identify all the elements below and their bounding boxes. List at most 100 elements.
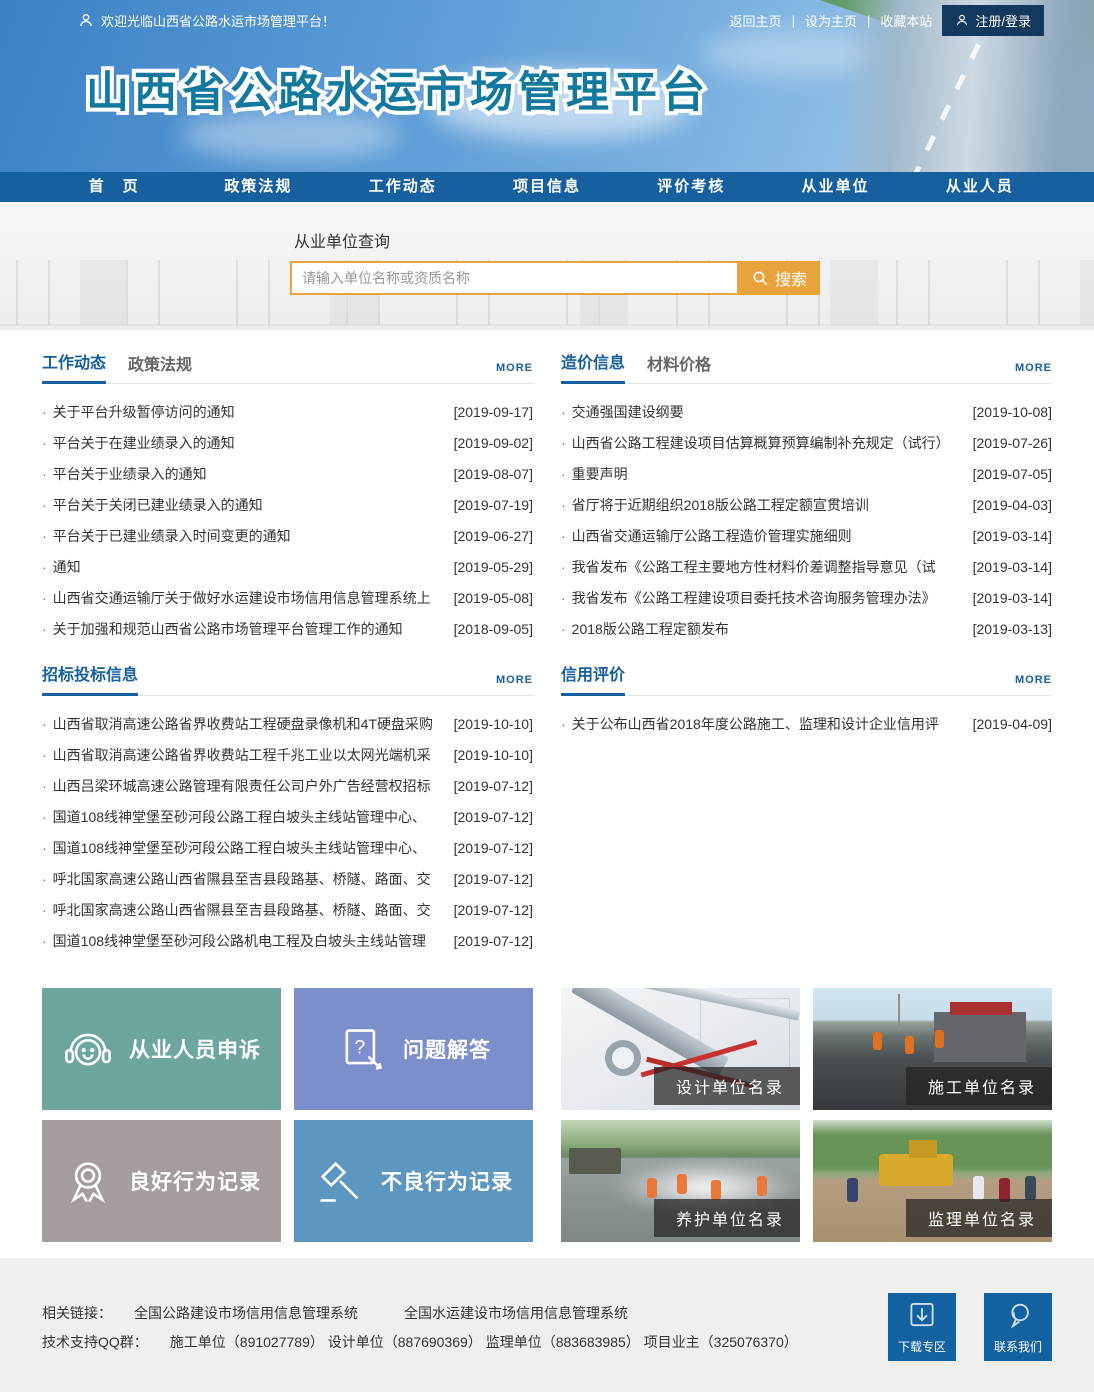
topbar-welcome: 欢迎光临山西省公路水运市场管理平台！ — [78, 11, 335, 30]
more-link-work[interactable]: MORE — [496, 362, 533, 383]
nav-item-evaluation[interactable]: 评价考核 — [619, 172, 763, 202]
tile-bad-behavior-records[interactable]: 不良行为记录 — [294, 1120, 533, 1242]
construction-units-directory[interactable]: 施工单位名录 — [813, 988, 1052, 1110]
search-button-label: 搜索 — [775, 266, 807, 290]
download-icon — [905, 1299, 939, 1333]
welcome-text: 欢迎光临山西省公路水运市场管理平台！ — [101, 11, 335, 30]
news-date: [2019-09-17] — [454, 404, 533, 420]
nav-item-practitioners[interactable]: 从业人员 — [908, 172, 1052, 202]
news-title-link[interactable]: 山西吕梁环城高速公路管理有限责任公司户外广告经营权招标 — [42, 776, 448, 796]
news-title-link[interactable]: 山西省取消高速公路省界收费站工程千兆工业以太网光端机采 — [42, 745, 448, 765]
register-login-button[interactable]: 注册/登录 — [942, 5, 1044, 36]
news-title-link[interactable]: 平台关于关闭已建业绩录入的通知 — [42, 495, 448, 515]
tile-label: 问题解答 — [403, 1034, 491, 1064]
quick-link-tiles: 从业人员申诉 ? 问题解答 良好行为记录 — [42, 988, 533, 1242]
nav-item-policy[interactable]: 政策法规 — [186, 172, 330, 202]
search-band: 从业单位查询 搜索 — [0, 202, 1094, 330]
nav-item-work-news[interactable]: 工作动态 — [331, 172, 475, 202]
news-title-link[interactable]: 省厅将于近期组织2018版公路工程定额宣贯培训 — [561, 495, 967, 515]
directory-photos: 设计单位名录 施工单位名录 养护单位名录 — [561, 988, 1052, 1242]
footer-text-block: 相关链接： 全国公路建设市场信用信息管理系统 全国水运建设市场信用信息管理系统 … — [42, 1294, 798, 1361]
cost-news-list: 交通强国建设纲要 [2019-10-08] 山西省公路工程建设项目估算概算预算编… — [561, 384, 1052, 650]
news-title-link[interactable]: 国道108线神堂堡至砂河段公路工程白坡头主线站管理中心、 — [42, 807, 448, 827]
national-highway-credit-link[interactable]: 全国公路建设市场信用信息管理系统 — [134, 1303, 358, 1323]
news-title-link[interactable]: 我省发布《公路工程建设项目委托技术咨询服务管理办法》 — [561, 588, 967, 608]
worker-graphic — [905, 1036, 914, 1054]
search-input[interactable] — [290, 261, 739, 295]
news-title-link[interactable]: 山西省取消高速公路省界收费站工程硬盘录像机和4T硬盘采购 — [42, 714, 448, 734]
maintenance-units-directory[interactable]: 养护单位名录 — [561, 1120, 800, 1242]
news-title-link[interactable]: 2018版公路工程定额发布 — [561, 619, 967, 639]
more-link-credit[interactable]: MORE — [1015, 674, 1052, 695]
person-graphic — [847, 1178, 858, 1202]
news-item: 山西省公路工程建设项目估算概算预算编制补充规定（试行） [2019-07-26] — [561, 427, 1052, 458]
news-title-link[interactable]: 关于加强和规范山西省公路市场管理平台管理工作的通知 — [42, 619, 448, 639]
tile-label: 良好行为记录 — [129, 1166, 261, 1196]
news-title-link[interactable]: 国道108线神堂堡至砂河段公路工程白坡头主线站管理中心、 — [42, 838, 448, 858]
tab-cost-info[interactable]: 造价信息 — [561, 349, 625, 384]
main-content: 工作动态 政策法规 MORE 关于平台升级暂停访问的通知 [2019-09-17… — [42, 350, 1052, 1242]
credit-news-section: 信用评价 MORE 关于公布山西省2018年度公路施工、监理和设计企业信用评 [… — [561, 662, 1052, 962]
news-item: 国道108线神堂堡至砂河段公路工程白坡头主线站管理中心、 [2019-07-12… — [42, 832, 533, 863]
search-button[interactable]: 搜索 — [739, 261, 820, 295]
favorite-link[interactable]: 收藏本站 — [880, 11, 932, 30]
set-home-link[interactable]: 设为主页 — [805, 11, 857, 30]
nav-item-home[interactable]: 首 页 — [42, 172, 186, 202]
news-title-link[interactable]: 国道108线神堂堡至砂河段公路机电工程及白坡头主线站管理 — [42, 931, 448, 951]
tile-question-answers[interactable]: ? 问题解答 — [294, 988, 533, 1110]
return-home-link[interactable]: 返回主页 — [730, 11, 782, 30]
news-title-link[interactable]: 呼北国家高速公路山西省隰县至吉县段路基、桥隧、路面、交 — [42, 869, 448, 889]
supervision-units-directory[interactable]: 监理单位名录 — [813, 1120, 1052, 1242]
news-item: 平台关于业绩录入的通知 [2019-08-07] — [42, 458, 533, 489]
news-title-link[interactable]: 关于平台升级暂停访问的通知 — [42, 402, 448, 422]
news-title-link[interactable]: 山西省交通运输厅公路工程造价管理实施细则 — [561, 526, 967, 546]
medal-icon — [62, 1155, 114, 1207]
tab-material-price[interactable]: 材料价格 — [647, 351, 711, 383]
news-title-link[interactable]: 平台关于已建业绩录入时间变更的通知 — [42, 526, 448, 546]
tab-work-news[interactable]: 工作动态 — [42, 349, 106, 384]
news-date: [2019-10-08] — [973, 404, 1052, 420]
design-units-directory[interactable]: 设计单位名录 — [561, 988, 800, 1110]
news-title-link[interactable]: 我省发布《公路工程主要地方性材料价差调整指导意见（试 — [561, 557, 967, 577]
news-title-link[interactable]: 关于公布山西省2018年度公路施工、监理和设计企业信用评 — [561, 714, 967, 734]
news-title-link[interactable]: 平台关于在建业绩录入的通知 — [42, 433, 448, 453]
section-title-bid[interactable]: 招标投标信息 — [42, 661, 138, 696]
news-title-link[interactable]: 山西省交通运输厅关于做好水运建设市场信用信息管理系统上 — [42, 588, 448, 608]
news-item: 国道108线神堂堡至砂河段公路工程白坡头主线站管理中心、 [2019-07-12… — [42, 801, 533, 832]
work-news-list: 关于平台升级暂停访问的通知 [2019-09-17] 平台关于在建业绩录入的通知… — [42, 384, 533, 650]
tab-policy[interactable]: 政策法规 — [128, 351, 192, 383]
more-link-cost[interactable]: MORE — [1015, 362, 1052, 383]
news-title-link[interactable]: 平台关于业绩录入的通知 — [42, 464, 448, 484]
site-title: 山西省公路水运市场管理平台 山西省公路水运市场管理平台 — [86, 58, 710, 120]
download-zone-button[interactable]: 下载专区 — [888, 1293, 956, 1361]
tile-practitioner-appeal[interactable]: 从业人员申诉 — [42, 988, 281, 1110]
news-title-link[interactable]: 通知 — [42, 557, 448, 577]
cost-news-section: 造价信息 材料价格 MORE 交通强国建设纲要 [2019-10-08] 山西省… — [561, 350, 1052, 650]
national-waterway-credit-link[interactable]: 全国水运建设市场信用信息管理系统 — [404, 1303, 628, 1323]
news-date: [2019-03-14] — [973, 559, 1052, 575]
news-date: [2019-10-10] — [454, 716, 533, 732]
news-title-link[interactable]: 山西省公路工程建设项目估算概算预算编制补充规定（试行） — [561, 433, 967, 453]
loader-machine-graphic — [879, 1154, 953, 1186]
news-title-link[interactable]: 呼北国家高速公路山西省隰县至吉县段路基、桥隧、路面、交 — [42, 900, 448, 920]
section-title-credit[interactable]: 信用评价 — [561, 661, 625, 696]
tile-label: 不良行为记录 — [381, 1166, 513, 1196]
contact-us-button[interactable]: 联系我们 — [984, 1293, 1052, 1361]
nav-item-enterprises[interactable]: 从业单位 — [763, 172, 907, 202]
more-link-bid[interactable]: MORE — [496, 674, 533, 695]
bid-news-section: 招标投标信息 MORE 山西省取消高速公路省界收费站工程硬盘录像机和4T硬盘采购… — [42, 662, 533, 962]
main-nav: 首 页 政策法规 工作动态 项目信息 评价考核 从业单位 从业人员 — [0, 172, 1094, 202]
chat-bubbles-icon — [1001, 1299, 1035, 1333]
nav-item-project-info[interactable]: 项目信息 — [475, 172, 619, 202]
tile-good-behavior-records[interactable]: 良好行为记录 — [42, 1120, 281, 1242]
news-date: [2019-07-12] — [454, 778, 533, 794]
news-title-link[interactable]: 重要声明 — [561, 464, 967, 484]
site-header: 欢迎光临山西省公路水运市场管理平台！ 返回主页 | 设为主页 | 收藏本站 注册… — [0, 0, 1094, 172]
news-item: 山西省交通运输厅公路工程造价管理实施细则 [2019-03-14] — [561, 520, 1052, 551]
person-graphic — [1025, 1176, 1036, 1200]
news-title-link[interactable]: 交通强国建设纲要 — [561, 402, 967, 422]
search-icon — [752, 270, 769, 287]
qq-support-label: 技术支持QQ群： — [42, 1332, 148, 1352]
loader-machine-graphic — [909, 1140, 937, 1158]
svg-text:?: ? — [354, 1036, 365, 1058]
